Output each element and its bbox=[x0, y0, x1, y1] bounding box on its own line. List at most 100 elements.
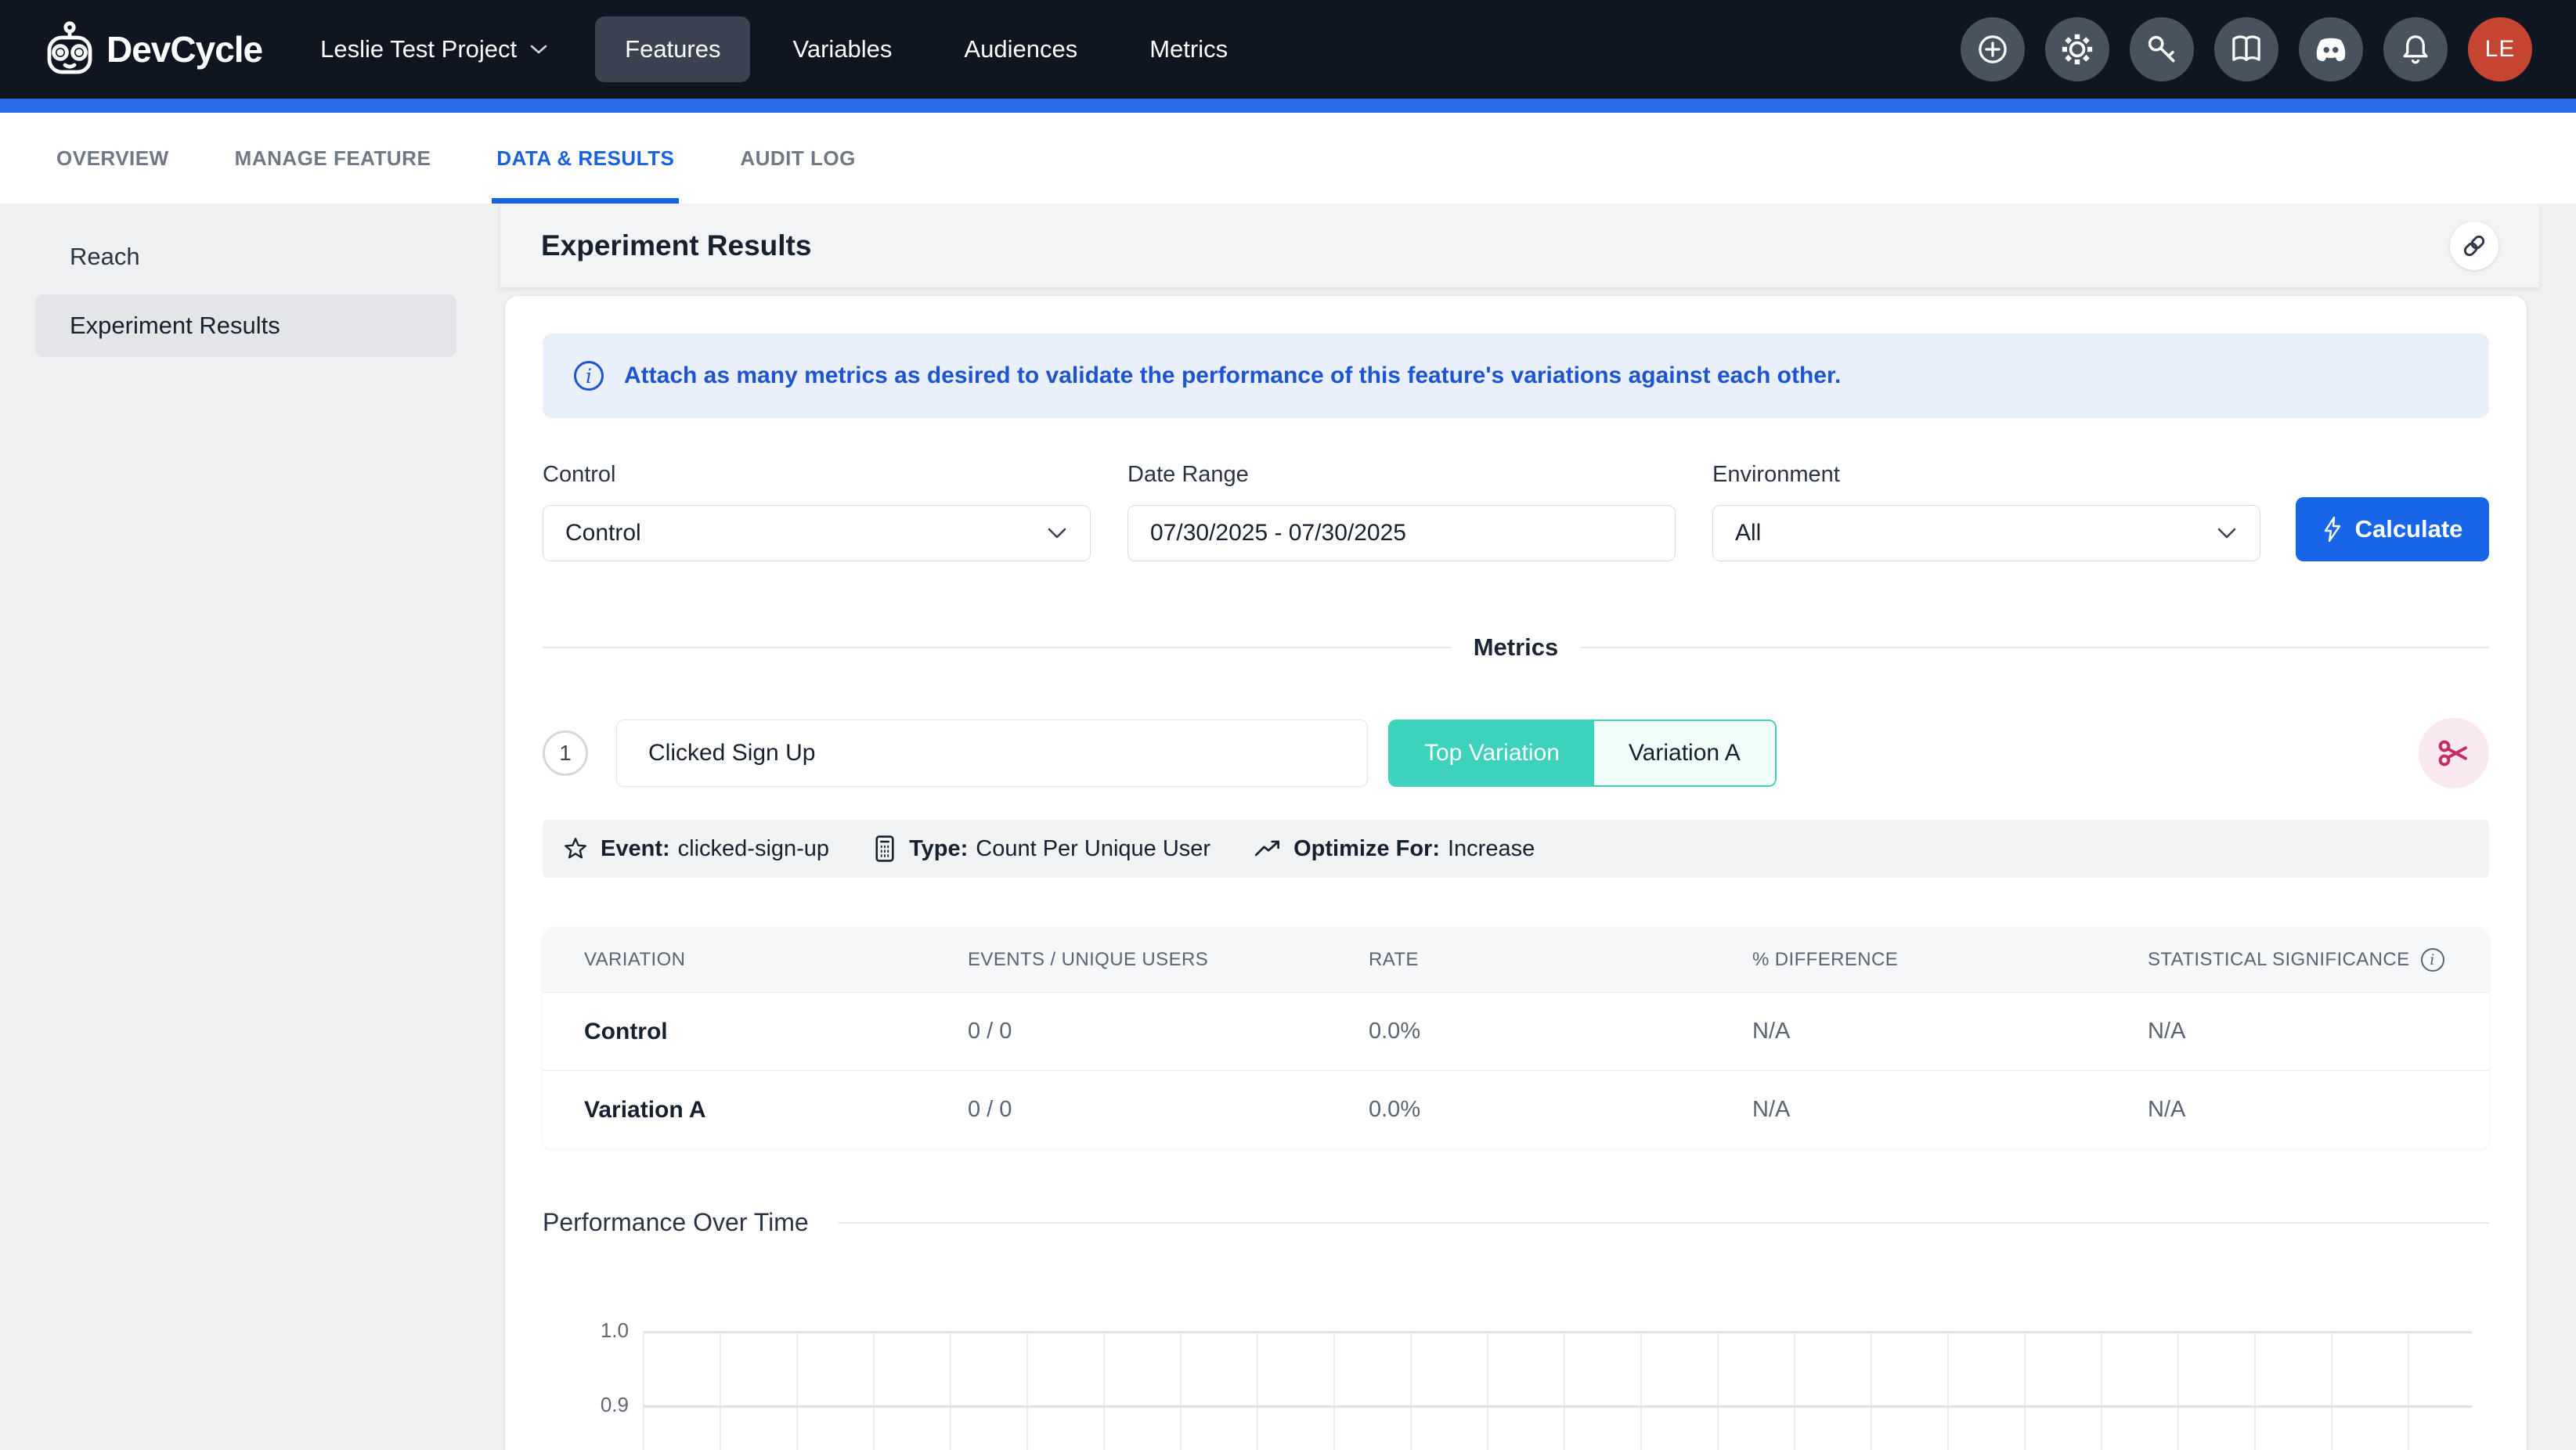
environment-select-value: All bbox=[1735, 520, 1761, 546]
environment-label: Environment bbox=[1712, 462, 2260, 488]
control-label: Control bbox=[543, 462, 1091, 488]
experiment-results-card: i Attach as many metrics as desired to v… bbox=[505, 296, 2527, 1450]
nav-item-audiences[interactable]: Audiences bbox=[934, 16, 1107, 82]
col-events: EVENTS / UNIQUE USERS bbox=[968, 949, 1369, 971]
gridline-0-9 bbox=[643, 1405, 2472, 1408]
optimize-value: Increase bbox=[1448, 836, 1535, 862]
nav-item-metrics[interactable]: Metrics bbox=[1120, 16, 1257, 82]
chevron-down-icon bbox=[529, 44, 548, 55]
tab-audit-log[interactable]: AUDIT LOG bbox=[740, 113, 856, 204]
calculate-button[interactable]: Calculate bbox=[2296, 497, 2489, 561]
info-icon: i bbox=[574, 361, 604, 391]
control-select[interactable]: Control bbox=[543, 505, 1091, 561]
plus-circle-icon bbox=[1975, 32, 2010, 67]
calculator-icon bbox=[873, 835, 897, 863]
gridline-1-0 bbox=[643, 1331, 2472, 1333]
chevron-down-icon bbox=[2216, 527, 2238, 539]
create-button[interactable] bbox=[1961, 17, 2025, 81]
nav-item-features[interactable]: Features bbox=[595, 16, 750, 82]
date-range-input[interactable]: 07/30/2025 - 07/30/2025 bbox=[1127, 505, 1676, 561]
type-detail: Type: Count Per Unique User bbox=[873, 835, 1210, 863]
star-icon bbox=[563, 836, 588, 861]
variation-toggle: Top Variation Variation A bbox=[1388, 720, 1777, 787]
content-header: Experiment Results bbox=[500, 204, 2539, 287]
optimize-label: Optimize For: bbox=[1293, 836, 1440, 862]
performance-title: Performance Over Time bbox=[543, 1208, 809, 1237]
event-label: Event: bbox=[601, 836, 670, 862]
notifications-bell-icon bbox=[2398, 32, 2433, 67]
control-select-value: Control bbox=[565, 520, 641, 546]
results-sidebar: Reach Experiment Results bbox=[0, 204, 488, 1450]
results-table: VARIATION EVENTS / UNIQUE USERS RATE % D… bbox=[543, 928, 2489, 1149]
avatar[interactable]: LE bbox=[2468, 17, 2532, 81]
metric-row: 1 Clicked Sign Up Top Variation Variatio… bbox=[543, 718, 2489, 788]
feature-tabbar: OVERVIEW MANAGE FEATURE DATA & RESULTS A… bbox=[0, 113, 2576, 204]
environment-field: Environment All bbox=[1712, 462, 2260, 561]
remove-metric-button[interactable] bbox=[2419, 718, 2489, 788]
y-axis-tick-1: 1.0 bbox=[543, 1318, 629, 1343]
date-range-field: Date Range 07/30/2025 - 07/30/2025 bbox=[1127, 462, 1676, 561]
metrics-divider-label: Metrics bbox=[1474, 633, 1559, 662]
scissors-icon bbox=[2435, 734, 2473, 772]
performance-chart: 1.0 0.9 bbox=[543, 1315, 2489, 1450]
docs-button[interactable] bbox=[2214, 17, 2278, 81]
devcycle-robot-icon bbox=[44, 21, 96, 78]
table-row-control: Control 0 / 0 0.0% N/A N/A bbox=[543, 992, 2489, 1070]
results-table-header: VARIATION EVENTS / UNIQUE USERS RATE % D… bbox=[543, 928, 2489, 992]
table-row-variation-a: Variation A 0 / 0 0.0% N/A N/A bbox=[543, 1070, 2489, 1149]
tab-data-results[interactable]: DATA & RESULTS bbox=[496, 113, 674, 204]
top-navbar: DevCycle Leslie Test Project Features Va… bbox=[0, 0, 2576, 99]
page-title: Experiment Results bbox=[541, 229, 811, 262]
progress-bar bbox=[0, 99, 2576, 113]
nav-item-variables[interactable]: Variables bbox=[763, 16, 922, 82]
chart-plot-area bbox=[643, 1331, 2472, 1450]
api-keys-button[interactable] bbox=[2130, 17, 2194, 81]
y-axis-tick-2: 0.9 bbox=[543, 1393, 629, 1417]
col-difference: % DIFFERENCE bbox=[1752, 949, 2148, 971]
metric-select-value: Clicked Sign Up bbox=[648, 740, 815, 766]
brand-name: DevCycle bbox=[106, 28, 262, 70]
type-label: Type: bbox=[909, 836, 968, 862]
chevron-down-icon bbox=[1046, 527, 1068, 539]
notifications-button[interactable] bbox=[2383, 17, 2448, 81]
environment-select[interactable]: All bbox=[1712, 505, 2260, 561]
app-window: DevCycle Leslie Test Project Features Va… bbox=[0, 0, 2576, 1450]
control-field: Control Control bbox=[543, 462, 1091, 561]
metric-details-bar: Event: clicked-sign-up Type: bbox=[543, 820, 2489, 878]
date-range-label: Date Range bbox=[1127, 462, 1676, 488]
settings-button[interactable] bbox=[2045, 17, 2109, 81]
date-range-value: 07/30/2025 - 07/30/2025 bbox=[1150, 520, 1406, 546]
event-value: clicked-sign-up bbox=[678, 836, 829, 862]
info-banner: i Attach as many metrics as desired to v… bbox=[543, 334, 2489, 418]
topnav-actions: LE bbox=[1961, 17, 2532, 81]
api-key-icon bbox=[2145, 32, 2179, 67]
type-value: Count Per Unique User bbox=[976, 836, 1210, 862]
link-chain-icon bbox=[2461, 233, 2488, 259]
project-selector[interactable]: Leslie Test Project bbox=[320, 35, 548, 63]
sidebar-item-experiment-results[interactable]: Experiment Results bbox=[35, 294, 456, 357]
calculate-button-label: Calculate bbox=[2355, 515, 2463, 543]
copy-link-button[interactable] bbox=[2450, 222, 2498, 270]
discord-button[interactable] bbox=[2299, 17, 2363, 81]
info-banner-text: Attach as many metrics as desired to val… bbox=[624, 362, 1841, 389]
toggle-variation-a[interactable]: Variation A bbox=[1594, 721, 1775, 785]
significance-info-icon[interactable]: i bbox=[2421, 948, 2444, 972]
col-significance: STATISTICAL SIGNIFICANCE i bbox=[2148, 948, 2489, 972]
filters-row: Control Control Date Range 07/30/2025 - … bbox=[543, 462, 2489, 561]
sidebar-item-reach[interactable]: Reach bbox=[35, 230, 456, 283]
tab-overview[interactable]: OVERVIEW bbox=[56, 113, 169, 204]
lightning-bolt-icon bbox=[2322, 516, 2343, 543]
docs-book-icon bbox=[2229, 32, 2264, 67]
event-detail: Event: clicked-sign-up bbox=[563, 836, 829, 862]
primary-nav: Features Variables Audiences Metrics bbox=[595, 16, 1257, 82]
trending-up-icon bbox=[1254, 839, 1281, 859]
settings-gear-icon bbox=[2059, 31, 2095, 67]
project-name: Leslie Test Project bbox=[320, 35, 517, 63]
metrics-divider: Metrics bbox=[543, 633, 2489, 662]
performance-section-header: Performance Over Time bbox=[543, 1208, 2489, 1237]
devcycle-logo[interactable]: DevCycle bbox=[44, 21, 262, 78]
metric-index-badge: 1 bbox=[543, 730, 588, 776]
tab-manage-feature[interactable]: MANAGE FEATURE bbox=[235, 113, 431, 204]
toggle-top-variation[interactable]: Top Variation bbox=[1390, 721, 1594, 785]
metric-select[interactable]: Clicked Sign Up bbox=[616, 720, 1368, 787]
